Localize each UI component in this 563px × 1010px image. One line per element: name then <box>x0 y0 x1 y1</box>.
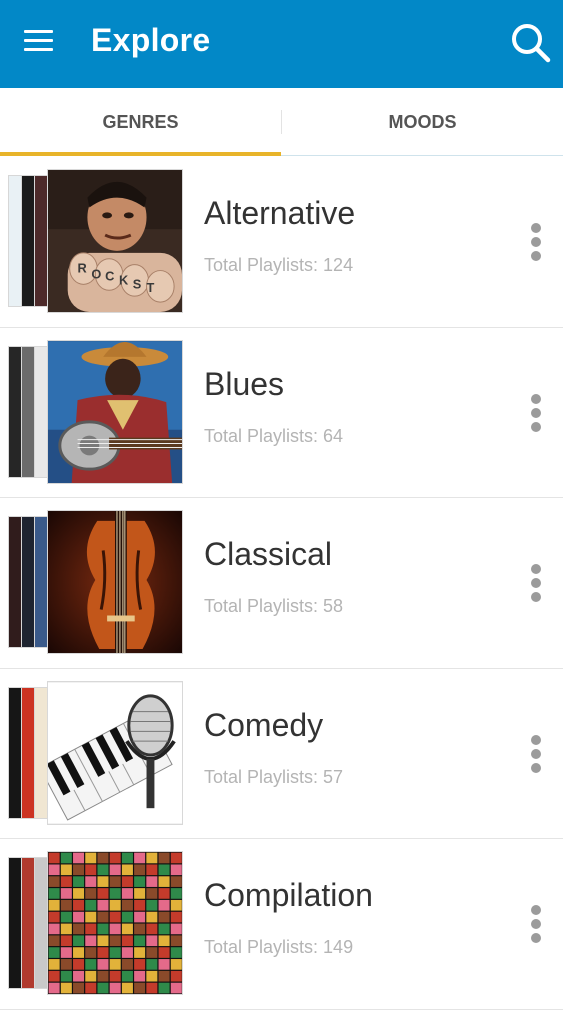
count-value: 149 <box>323 937 354 957</box>
genre-row-compilation[interactable]: Compilation Total Playlists: 149 <box>0 839 563 1010</box>
genre-name: Compilation <box>204 877 373 913</box>
count-value: 58 <box>323 596 344 616</box>
tab-moods[interactable]: MOODS <box>282 88 563 156</box>
page-title: Explore <box>91 22 211 58</box>
violin-cover-image <box>47 510 183 654</box>
microphone-cover-image <box>47 680 183 825</box>
playlist-count: Total Playlists: 149 <box>204 937 353 958</box>
playlist-count: Total Playlists: 58 <box>204 596 343 617</box>
genre-name: Classical <box>204 536 333 572</box>
tab-bar: GENRES MOODS <box>0 88 563 156</box>
genre-row-classical[interactable]: Classical Total Playlists: 58 <box>0 498 563 669</box>
genre-name: Blues <box>204 365 285 402</box>
selected-tab-indicator <box>0 152 281 156</box>
playlist-count: Total Playlists: 57 <box>204 767 343 788</box>
playlist-cover-stack <box>8 851 184 995</box>
count-value: 124 <box>323 255 354 275</box>
more-options-icon[interactable] <box>522 560 550 606</box>
svg-text:R: R <box>78 261 87 276</box>
genre-name: Alternative <box>204 195 356 231</box>
hamburger-menu-icon[interactable] <box>18 24 58 64</box>
more-options-icon[interactable] <box>522 390 550 436</box>
genre-row-alternative[interactable]: RO CK ST Alternative Total Playlists: 12… <box>0 157 563 328</box>
tab-genres[interactable]: GENRES <box>0 88 281 156</box>
more-options-icon[interactable] <box>522 901 550 947</box>
more-options-icon[interactable] <box>522 219 550 265</box>
count-label: Total Playlists: <box>204 937 324 957</box>
playlist-cover-stack: RO CK ST <box>8 169 184 313</box>
genre-list: RO CK ST Alternative Total Playlists: 12… <box>0 157 563 1010</box>
playlist-cover-stack <box>8 510 184 654</box>
svg-text:C: C <box>105 268 114 283</box>
rock-fist-cover-image: RO CK ST <box>47 169 183 313</box>
svg-text:O: O <box>91 266 101 281</box>
genre-name: Comedy <box>204 706 324 743</box>
playlist-cover-stack <box>8 339 184 484</box>
album-collage-cover-image <box>47 851 183 995</box>
count-value: 57 <box>323 766 344 787</box>
more-options-icon[interactable] <box>522 731 550 777</box>
blues-guitar-cover-image <box>47 339 183 484</box>
count-label: Total Playlists: <box>204 766 324 787</box>
svg-text:S: S <box>133 276 142 291</box>
svg-text:K: K <box>119 272 129 287</box>
genre-row-blues[interactable]: Blues Total Playlists: 64 <box>0 327 563 498</box>
count-value: 64 <box>323 425 344 446</box>
search-icon[interactable] <box>506 18 554 66</box>
playlist-count: Total Playlists: 124 <box>204 255 353 276</box>
count-label: Total Playlists: <box>204 255 324 275</box>
genre-row-comedy[interactable]: Comedy Total Playlists: 57 <box>0 668 563 839</box>
svg-text:T: T <box>147 280 155 295</box>
count-label: Total Playlists: <box>204 596 324 616</box>
app-bar: Explore <box>0 0 563 88</box>
playlist-count: Total Playlists: 64 <box>204 426 343 447</box>
playlist-cover-stack <box>8 680 184 825</box>
count-label: Total Playlists: <box>204 425 324 446</box>
